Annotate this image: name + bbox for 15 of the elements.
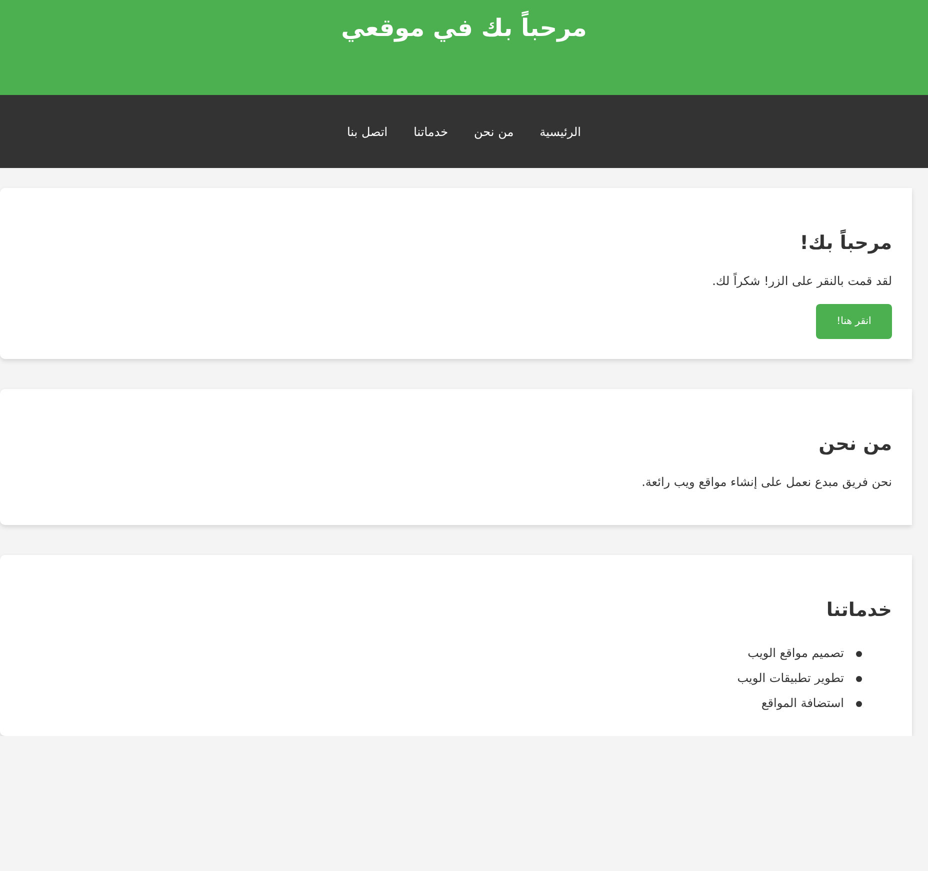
section-text: لقد قمت بالنقر على الزر! شكراً لك. (711, 274, 892, 288)
bullet-icon (856, 650, 862, 656)
nav-link[interactable]: اتصل بنا (347, 124, 388, 138)
nav-link[interactable]: الرئيسية (540, 124, 581, 138)
service-item: تطوير تطبيقات الويب (737, 670, 844, 687)
bullet-icon (856, 676, 862, 682)
section-heading: خدماتنا (825, 599, 892, 621)
section-heading: من نحن (818, 433, 892, 455)
section-heading: مرحباً بك! (20, 232, 892, 254)
service-item: تصميم مواقع الويب (748, 645, 844, 662)
nav-link[interactable]: من نحن (474, 124, 514, 138)
nav-link[interactable]: خدماتنا (414, 124, 448, 138)
section-text: نحن فريق مبدع نعمل على إنشاء مواقع ويب رائعة. (640, 475, 892, 489)
service-item: استضافة المواقع (761, 695, 844, 712)
bullet-icon (856, 700, 862, 706)
